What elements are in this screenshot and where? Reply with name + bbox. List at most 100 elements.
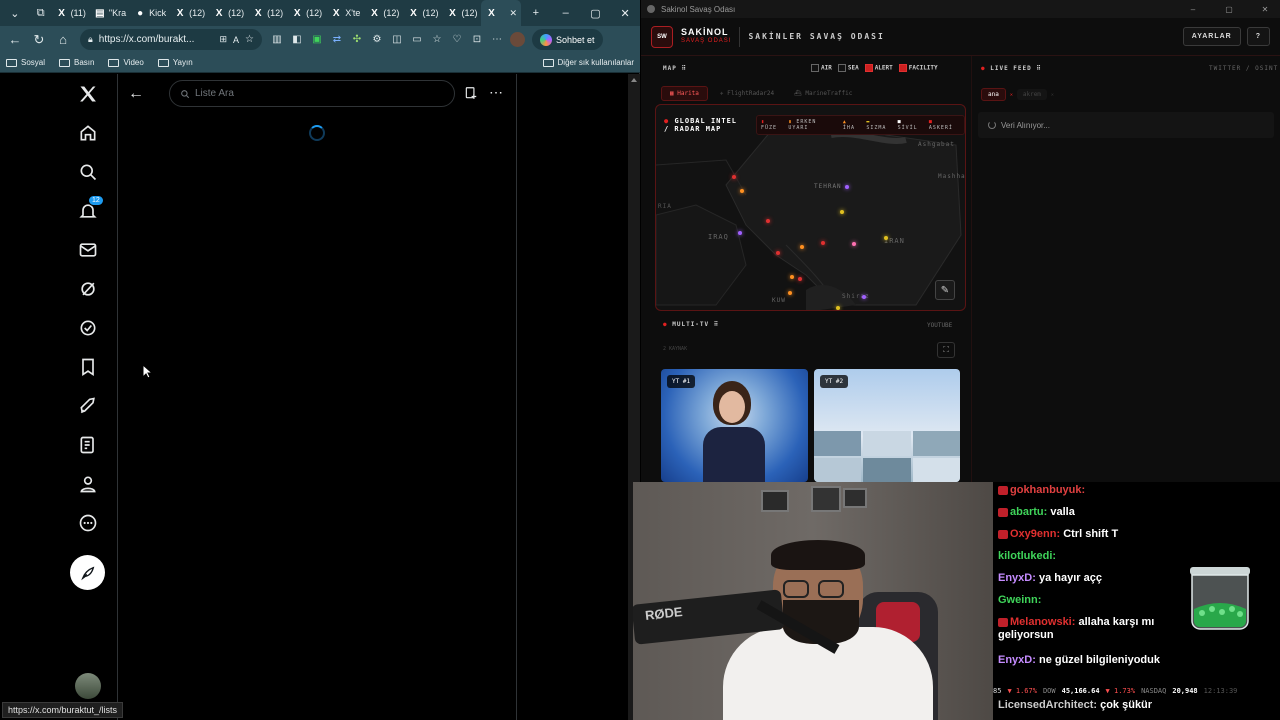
chat-username[interactable]: gokhanbuyuk:: [1010, 484, 1085, 496]
browser-tab[interactable]: X (12): [442, 0, 481, 26]
map-marker[interactable]: [790, 275, 794, 279]
other-bookmarks-folder[interactable]: Diğer sık kullanılanlar: [542, 58, 634, 67]
browser-tab[interactable]: X X'te: [326, 0, 364, 26]
extensions-puzzle-icon[interactable]: ⚙: [368, 31, 386, 49]
browser-tab[interactable]: X (11): [52, 0, 90, 26]
favorites-icon[interactable]: ☆: [428, 31, 446, 49]
feed-tab-ana[interactable]: ana: [981, 88, 1006, 101]
fullscreen-icon[interactable]: ⛶: [937, 342, 955, 358]
list-search-input[interactable]: Liste Ara: [169, 80, 455, 107]
new-tab-button[interactable]: +: [521, 0, 551, 26]
copilot-button[interactable]: Sohbet et: [532, 29, 603, 50]
search-icon[interactable]: [76, 160, 100, 184]
map-marker[interactable]: [798, 277, 802, 281]
x-logo-icon[interactable]: [76, 82, 100, 106]
tab-marinetraffic[interactable]: ⛴ MarineTraffic: [786, 87, 860, 100]
maximize-button[interactable]: ▢: [581, 0, 611, 26]
chat-username[interactable]: kilotlukedi:: [998, 550, 1056, 562]
browser-essentials-icon[interactable]: ♡: [448, 31, 466, 49]
post-button[interactable]: [70, 555, 105, 590]
chat-username[interactable]: Gweinn:: [998, 594, 1041, 606]
close-tab-icon[interactable]: ✕: [509, 8, 517, 19]
map-marker[interactable]: [776, 251, 780, 255]
extension-icon[interactable]: ◧: [288, 31, 306, 49]
browser-tab[interactable]: X (12): [287, 0, 326, 26]
rocket-icon[interactable]: [76, 394, 100, 418]
tab-flightradar[interactable]: ✈ FlightRadar24: [712, 87, 782, 100]
bookmark-folder-basin[interactable]: Basın: [59, 58, 94, 67]
more-options-icon[interactable]: ⋯: [489, 84, 503, 101]
chat-username[interactable]: EnyxD:: [998, 572, 1036, 584]
app-icon[interactable]: ⊞: [219, 34, 227, 45]
favorite-star-icon[interactable]: ☆: [245, 34, 254, 45]
checkbox[interactable]: [811, 64, 819, 72]
bookmark-folder-video[interactable]: Video: [108, 58, 144, 67]
home-icon[interactable]: ⌂: [52, 29, 74, 51]
filter-facility[interactable]: FACILITY: [898, 64, 938, 72]
home-icon[interactable]: [76, 121, 100, 145]
map-marker[interactable]: [740, 189, 744, 193]
tab-harita[interactable]: ▦ Harita: [661, 86, 708, 101]
map-marker[interactable]: [862, 295, 866, 299]
tab-actions-button[interactable]: ⌄: [0, 0, 30, 26]
close-tab-icon[interactable]: ✕: [1010, 92, 1013, 98]
browser-tab[interactable]: X (12): [403, 0, 442, 26]
settings-button[interactable]: AYARLAR: [1182, 27, 1241, 46]
chat-username[interactable]: EnyxD:: [998, 654, 1036, 666]
extension-icon[interactable]: ✣: [348, 31, 366, 49]
lists-icon[interactable]: [76, 433, 100, 457]
browser-tab[interactable]: ● Kick: [130, 0, 170, 26]
map-marker[interactable]: [788, 291, 792, 295]
map-marker[interactable]: [840, 210, 844, 214]
extension-icon[interactable]: ▣: [308, 31, 326, 49]
profile-icon[interactable]: [76, 472, 100, 496]
verified-icon[interactable]: [76, 316, 100, 340]
translate-icon[interactable]: ⇄: [328, 31, 346, 49]
video-player-1[interactable]: YT #1: [661, 369, 808, 482]
pencil-icon[interactable]: ✎: [935, 280, 955, 300]
bookmarks-icon[interactable]: [76, 355, 100, 379]
help-button[interactable]: ?: [1246, 27, 1270, 46]
extension-icon[interactable]: ▥: [268, 31, 286, 49]
browser-tab[interactable]: X ✕: [481, 0, 522, 26]
map-marker[interactable]: [852, 242, 856, 246]
create-list-icon[interactable]: [464, 86, 480, 102]
messages-icon[interactable]: [76, 238, 100, 262]
account-avatar[interactable]: [75, 673, 101, 699]
map-marker[interactable]: [821, 241, 825, 245]
more-icon[interactable]: ⋯: [488, 31, 506, 49]
minimize-button[interactable]: –: [551, 0, 581, 26]
read-aloud-icon[interactable]: A: [233, 35, 239, 45]
map-marker[interactable]: [800, 245, 804, 249]
bookmark-folder-sosyal[interactable]: Sosyal: [6, 58, 45, 67]
filter-air[interactable]: AIR: [811, 64, 832, 72]
browser-tab[interactable]: X (12): [170, 0, 209, 26]
checkbox[interactable]: [898, 64, 907, 72]
more-icon[interactable]: [76, 511, 100, 535]
checkbox[interactable]: [837, 64, 846, 72]
workspaces-icon[interactable]: ⧉: [30, 0, 52, 26]
close-window-button[interactable]: ✕: [610, 0, 640, 26]
radar-map[interactable]: ● GLOBAL INTEL / RADAR MAP ▮ FÜZE ▮ ERKEN…: [655, 104, 966, 311]
url-bar[interactable]: 🔒︎ https://x.com/burakt... ⊞ A ☆: [80, 29, 262, 50]
map-marker[interactable]: [732, 175, 736, 179]
video-player-2[interactable]: YT #2: [814, 369, 960, 482]
browser-tab[interactable]: ▤ "Kra: [90, 0, 130, 26]
map-marker[interactable]: [884, 236, 888, 240]
bookmark-folder-yayin[interactable]: Yayın: [157, 58, 193, 67]
collections-icon[interactable]: ▭: [408, 31, 426, 49]
chat-username[interactable]: Oxy9enn:: [1010, 528, 1060, 540]
browser-tab[interactable]: X (12): [209, 0, 248, 26]
profile-avatar[interactable]: [508, 31, 526, 49]
chat-username[interactable]: LicensedArchitect:: [998, 699, 1097, 711]
minimize-button[interactable]: –: [1178, 5, 1208, 14]
notifications-icon[interactable]: 12: [76, 195, 104, 223]
screenshot-icon[interactable]: ⊡: [468, 31, 486, 49]
map-marker[interactable]: [836, 306, 840, 310]
chat-username[interactable]: abartu:: [1010, 506, 1047, 518]
map-marker[interactable]: [766, 219, 770, 223]
map-marker[interactable]: [845, 185, 849, 189]
close-window-button[interactable]: ✕: [1250, 5, 1280, 14]
grok-icon[interactable]: [76, 277, 100, 301]
browser-tab[interactable]: X (12): [364, 0, 403, 26]
